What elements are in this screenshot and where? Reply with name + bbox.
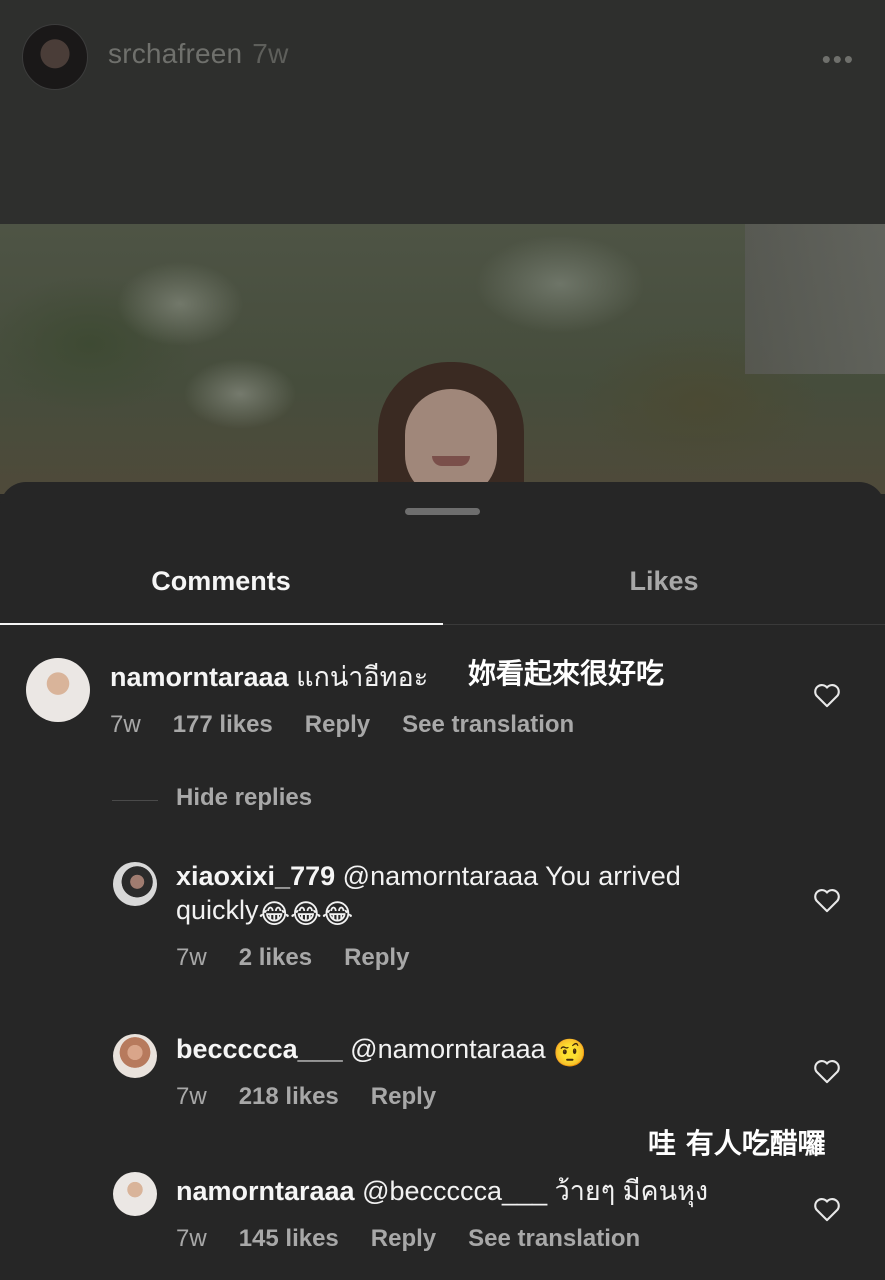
heart-icon[interactable] [813,1196,841,1222]
reply-text-line: beccccca___ @namorntaraaa 🤨 [176,1032,587,1070]
reply-text: @namorntaraaa [350,1034,546,1064]
comment-text-line: namorntaraaa แกน่าอีทอะ [110,660,428,694]
hide-replies-line [112,800,158,801]
reply-age: 7w [176,944,207,971]
avatar[interactable] [113,862,157,906]
sheet-grabber-handle[interactable] [405,508,480,515]
active-tab-indicator [0,623,443,625]
reply-text-line: namorntaraaa @beccccca___ ว้ายๆ มีคนหุง [176,1174,708,1208]
post-header: srchafreen 7w ••• [0,0,885,224]
reply-text-line: xiaoxixi_779 @namorntaraaa You arrived [176,859,681,893]
sheet-tabs: Comments Likes [0,544,885,626]
more-horizontal-icon[interactable]: ••• [822,44,855,75]
comment-username[interactable]: namorntaraaa [110,662,289,692]
reply-button[interactable]: Reply [305,711,370,738]
avatar[interactable] [26,658,90,722]
post-age: 7w [252,38,289,69]
post-photo [0,224,885,494]
post-author-avatar[interactable] [22,24,88,90]
comment-likes[interactable]: 177 likes [173,711,273,738]
heart-icon[interactable] [813,887,841,913]
reply-likes[interactable]: 145 likes [239,1225,339,1252]
reply-username[interactable]: beccccca___ [176,1034,343,1064]
reply-age: 7w [176,1225,207,1252]
reply-meta: 7w 218 likes Reply [176,1083,468,1111]
laughing-emoji: 😂😂😂 [258,899,354,929]
tab-likes[interactable]: Likes [443,544,885,626]
see-translation-button[interactable]: See translation [468,1225,640,1252]
reply-button[interactable]: Reply [371,1083,436,1110]
comment-meta: 7w 177 likes Reply See translation [110,711,606,739]
reply-meta: 7w 145 likes Reply See translation [176,1225,672,1253]
photo-face [405,389,497,494]
heart-icon[interactable] [813,682,841,708]
post-author[interactable]: srchafreen 7w [108,38,289,70]
caption-overlay-text: 妳看起來很好吃 [468,657,665,690]
avatar[interactable] [113,1034,157,1078]
reply-meta: 7w 2 likes Reply [176,944,441,972]
comments-sheet: Comments Likes namorntaraaa แกน่าอีทอะ 妳… [0,482,885,1280]
reply-username[interactable]: namorntaraaa [176,1176,355,1206]
reply-likes[interactable]: 218 likes [239,1083,339,1110]
reply-likes[interactable]: 2 likes [239,944,312,971]
tab-divider [443,624,885,625]
raised-eyebrow-emoji: 🤨 [553,1038,587,1068]
hide-replies-button[interactable]: Hide replies [176,784,312,812]
tab-comments[interactable]: Comments [0,544,442,626]
reply-text-continued: quickly [176,895,259,925]
reply-username[interactable]: xiaoxixi_779 [176,861,335,891]
avatar[interactable] [113,1172,157,1216]
photo-smile [432,456,470,466]
reply-age: 7w [176,1083,207,1110]
comment-age: 7w [110,711,141,738]
heart-icon[interactable] [813,1058,841,1084]
caption-overlay-text: 哇 有人吃醋囉 [648,1127,826,1160]
photo-building [745,224,885,374]
reply-text-line-2: quickly😂😂😂 [176,893,353,931]
reply-text: @beccccca___ ว้ายๆ มีคนหุง [362,1176,709,1206]
reply-button[interactable]: Reply [344,944,409,971]
see-translation-button[interactable]: See translation [402,711,574,738]
reply-text: @namorntaraaa You arrived [342,861,681,891]
reply-button[interactable]: Reply [371,1225,436,1252]
post-author-username[interactable]: srchafreen [108,38,242,69]
comment-text: แกน่าอีทอะ [296,662,429,692]
